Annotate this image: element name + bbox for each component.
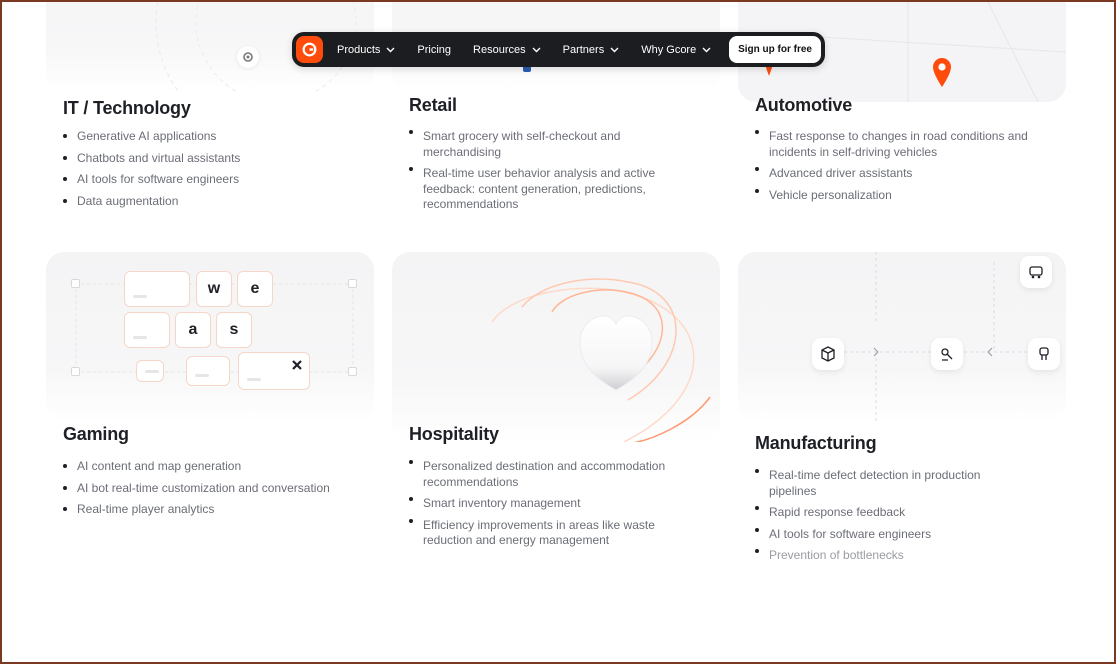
nav-why-gcore[interactable]: Why Gcore bbox=[641, 44, 711, 56]
heart-rings bbox=[491, 278, 711, 442]
list-item: Fast response to changes in road conditi… bbox=[755, 129, 1045, 160]
key-blank bbox=[124, 312, 170, 348]
sign-up-button[interactable]: Sign up for free bbox=[729, 36, 821, 63]
nav-resources[interactable]: Resources bbox=[473, 44, 541, 56]
key-blank bbox=[186, 356, 230, 386]
gcore-logo[interactable] bbox=[296, 36, 323, 63]
gaming-visual: w e a s bbox=[46, 252, 374, 422]
nav-products-label: Products bbox=[337, 43, 381, 56]
list-item: Real-time defect detection in production… bbox=[755, 468, 1015, 499]
robot-arm-icon bbox=[931, 338, 963, 370]
gear-icon bbox=[237, 46, 259, 68]
hospitality-visual bbox=[392, 252, 720, 442]
top-navigation: Products Pricing Resources Partners Why … bbox=[292, 32, 825, 67]
list-item: AI tools for software engineers bbox=[63, 172, 353, 188]
list-item: AI content and map generation bbox=[63, 459, 363, 475]
card-title-retail: Retail bbox=[409, 95, 457, 115]
nav-partners[interactable]: Partners bbox=[563, 44, 620, 56]
chevron-down-icon bbox=[386, 47, 395, 53]
card-title-it-technology: IT / Technology bbox=[63, 98, 191, 118]
key-a: a bbox=[175, 312, 211, 348]
bullet-list-it-technology: Generative AI applications Chatbots and … bbox=[63, 129, 353, 215]
key-placeholder-bar bbox=[195, 374, 209, 377]
heart-icon bbox=[578, 314, 654, 399]
list-item: Prevention of bottlenecks bbox=[755, 548, 1015, 564]
manufacturing-visual bbox=[738, 252, 1066, 422]
card-title-gaming: Gaming bbox=[63, 424, 129, 444]
list-item: Smart grocery with self-checkout and mer… bbox=[409, 129, 679, 160]
chevron-down-icon bbox=[702, 47, 711, 53]
gcore-logo-icon bbox=[302, 42, 317, 57]
key-blank bbox=[136, 360, 164, 382]
key-w: w bbox=[196, 271, 232, 307]
robot-icon bbox=[1028, 338, 1060, 370]
key-blank bbox=[238, 352, 310, 390]
key-placeholder-bar bbox=[133, 336, 147, 339]
nav-why-gcore-label: Why Gcore bbox=[641, 43, 697, 56]
list-item: Efficiency improvements in areas like wa… bbox=[409, 518, 689, 549]
list-item: Vehicle personalization bbox=[755, 188, 1045, 204]
list-item: Chatbots and virtual assistants bbox=[63, 151, 353, 167]
list-item: Personalized destination and accommodati… bbox=[409, 459, 689, 490]
map-pin-icon bbox=[931, 56, 953, 93]
key-e: e bbox=[237, 271, 273, 307]
key-placeholder-bar bbox=[145, 370, 159, 373]
key-s: s bbox=[216, 312, 252, 348]
nav-pricing[interactable]: Pricing bbox=[417, 44, 451, 56]
key-placeholder-bar bbox=[133, 295, 147, 298]
card-title-automotive: Automotive bbox=[755, 95, 853, 115]
bullet-list-retail: Smart grocery with self-checkout and mer… bbox=[409, 129, 679, 219]
list-item: Data augmentation bbox=[63, 194, 353, 210]
list-item: Real-time player analytics bbox=[63, 502, 363, 518]
key-blank bbox=[124, 271, 190, 307]
gamepad-icon bbox=[292, 360, 302, 370]
list-item: Smart inventory management bbox=[409, 496, 689, 512]
key-placeholder-bar bbox=[247, 378, 261, 381]
bullet-list-automotive: Fast response to changes in road conditi… bbox=[755, 129, 1045, 209]
bullet-list-manufacturing: Real-time defect detection in production… bbox=[755, 468, 1015, 570]
bullet-list-hospitality: Personalized destination and accommodati… bbox=[409, 459, 689, 555]
chevron-down-icon bbox=[610, 47, 619, 53]
box-icon bbox=[812, 338, 844, 370]
bullet-list-gaming: AI content and map generation AI bot rea… bbox=[63, 459, 363, 524]
nav-pricing-label: Pricing bbox=[417, 43, 452, 56]
card-title-manufacturing: Manufacturing bbox=[755, 433, 877, 453]
list-item: Real-time user behavior analysis and act… bbox=[409, 166, 679, 213]
list-item: AI tools for software engineers bbox=[755, 527, 1015, 543]
page: Products Pricing Resources Partners Why … bbox=[2, 2, 1114, 662]
pipeline-lines bbox=[838, 252, 1048, 422]
list-item: AI bot real-time customization and conve… bbox=[63, 481, 363, 497]
list-item: Advanced driver assistants bbox=[755, 166, 1045, 182]
chevron-down-icon bbox=[532, 47, 541, 53]
card-title-hospitality: Hospitality bbox=[409, 424, 499, 444]
nav-partners-label: Partners bbox=[562, 43, 605, 56]
truck-icon bbox=[1020, 256, 1052, 288]
list-item: Generative AI applications bbox=[63, 129, 353, 145]
nav-products[interactable]: Products bbox=[337, 44, 395, 56]
nav-resources-label: Resources bbox=[473, 43, 526, 56]
list-item: Rapid response feedback bbox=[755, 505, 1015, 521]
